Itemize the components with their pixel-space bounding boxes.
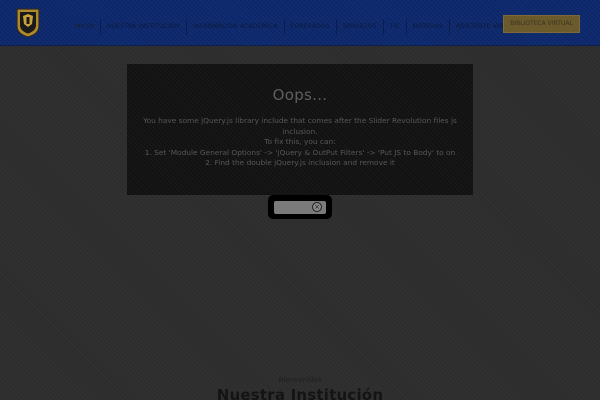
error-message: You have some jQuery.js library include … bbox=[127, 116, 473, 169]
error-line: You have some jQuery.js library include … bbox=[143, 116, 457, 125]
site-header: INICIO NUESTRA INSTITUCIÓN INFORMACIÓN A… bbox=[0, 0, 600, 46]
nav-item-egresados[interactable]: EGRESADOS bbox=[285, 19, 337, 35]
error-line: inclusion. bbox=[282, 126, 318, 136]
section-kicker: Bienvenidos bbox=[278, 376, 322, 384]
nav-item-informacion-academica[interactable]: INFORMACIÓN ACADÉMICA bbox=[187, 19, 285, 35]
nav-item-nuestra-institucion[interactable]: NUESTRA INSTITUCIÓN bbox=[101, 19, 187, 35]
nav-item-tic[interactable]: TIC bbox=[384, 19, 407, 35]
error-title: Oops... bbox=[272, 86, 328, 104]
popup-dialog: × bbox=[268, 195, 332, 219]
main-nav: INICIO NUESTRA INSTITUCIÓN INFORMACIÓN A… bbox=[68, 19, 525, 35]
slider-error-box: Oops... You have some jQuery.js library … bbox=[127, 64, 473, 195]
page: INICIO NUESTRA INSTITUCIÓN INFORMACIÓN A… bbox=[0, 0, 600, 400]
error-line: To fix this, you can: bbox=[264, 137, 336, 146]
error-line: 1. Set 'Module General Options' -> 'jQue… bbox=[144, 147, 456, 157]
biblioteca-virtual-button[interactable]: BIBLIOTECA VIRTUAL bbox=[503, 15, 580, 33]
section-title: Nuestra Institución bbox=[216, 386, 384, 400]
nav-item-inicio[interactable]: INICIO bbox=[68, 19, 101, 35]
nav-item-servicios[interactable]: SERVICIOS bbox=[337, 19, 384, 35]
shield-logo-icon[interactable] bbox=[16, 8, 40, 38]
error-line: 2. Find the double jQuery.js inclusion a… bbox=[205, 158, 395, 167]
close-icon[interactable]: × bbox=[312, 202, 322, 212]
nav-item-noticias[interactable]: NOTICIAS bbox=[407, 19, 450, 35]
